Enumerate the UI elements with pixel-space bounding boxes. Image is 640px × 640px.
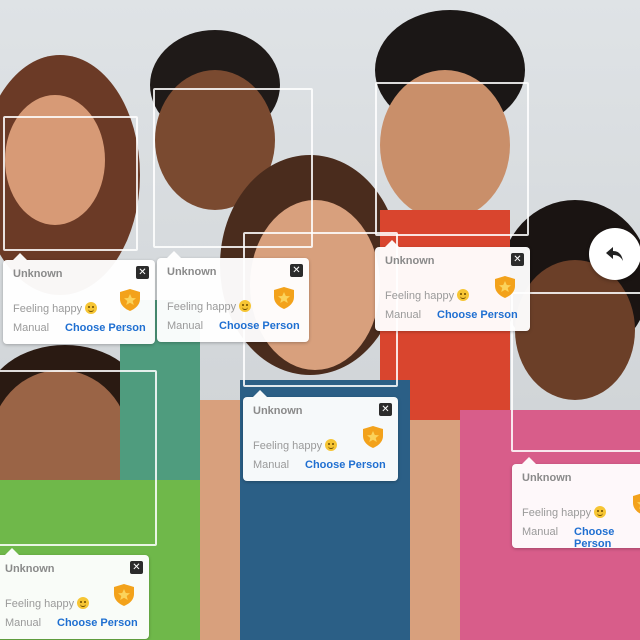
photo-stage: Unknown ✕ Feeling happy Manual Choose Pe… [0,0,640,640]
face-box[interactable] [153,88,313,248]
manual-label: Manual [522,526,559,538]
shield-star-icon [114,584,134,606]
mood-text: Feeling happy [5,597,90,610]
manual-label: Manual [385,309,422,321]
mood-label: Feeling happy [5,598,75,610]
choose-person-link[interactable]: Choose Person [305,459,386,471]
person-name: Unknown [522,472,572,484]
mood-label: Feeling happy [385,290,455,302]
smiley-icon [239,300,252,312]
manual-label: Manual [167,320,204,332]
person-name: Unknown [5,563,55,575]
shield-star-icon [633,493,640,514]
smiley-icon [594,506,607,518]
shield-star-icon [495,276,515,298]
person-name: Unknown [385,255,435,267]
close-icon[interactable]: ✕ [379,403,392,416]
face-box[interactable] [0,370,157,546]
face-info-card[interactable]: Unknown ✕ Feeling happy Manual Choose Pe… [3,253,155,344]
shield-star-icon [120,289,140,311]
close-icon[interactable]: ✕ [130,561,143,574]
face-info-card[interactable]: Unknown ✕ Feeling happy Manual Choose Pe… [0,548,149,639]
face-box[interactable] [375,82,529,236]
smiley-icon [85,302,98,314]
close-icon[interactable]: ✕ [511,253,524,266]
mood-label: Feeling happy [522,507,592,519]
mood-text: Feeling happy [167,300,252,313]
face-box[interactable] [3,116,138,251]
person-name: Unknown [167,266,217,278]
mood-text: Feeling happy [253,439,338,452]
person-name: Unknown [13,268,63,280]
shield-star-icon [274,287,294,309]
smiley-icon [325,439,338,451]
mood-label: Feeling happy [13,303,83,315]
face-info-card[interactable]: Unknown ✕ Feeling happy Manual Choose Pe… [157,251,309,342]
manual-label: Manual [253,459,290,471]
face-info-card[interactable]: Unknown ✕ Feeling happy Manual Choose Pe… [375,240,530,331]
choose-person-link[interactable]: Choose Person [219,320,300,332]
face-box[interactable] [511,292,640,452]
mood-label: Feeling happy [253,440,323,452]
undo-arrow-icon [606,247,623,261]
smiley-icon [77,597,90,609]
choose-person-link[interactable]: Choose Person [65,322,146,334]
shield-star-icon [363,426,383,448]
face-info-card[interactable]: Unknown ✕ Feeling happy Manual Choose Pe… [243,390,398,481]
face-info-card[interactable]: Unknown ✕ Feeling happy Manual Choose Pe… [512,457,640,550]
manual-label: Manual [5,617,42,629]
smiley-icon [457,289,470,301]
undo-button[interactable] [589,228,640,280]
mood-text: Feeling happy [385,289,470,302]
choose-person-link[interactable]: Choose Person [57,617,138,629]
choose-person-link[interactable]: Choose Person [437,309,518,321]
manual-label: Manual [13,322,50,334]
mood-text: Feeling happy [522,506,607,519]
mood-label: Feeling happy [167,301,237,313]
choose-person-link[interactable]: Choose Person [574,526,640,550]
close-icon[interactable]: ✕ [136,266,149,279]
person-name: Unknown [253,405,303,417]
close-icon[interactable]: ✕ [290,264,303,277]
mood-text: Feeling happy [13,302,98,315]
